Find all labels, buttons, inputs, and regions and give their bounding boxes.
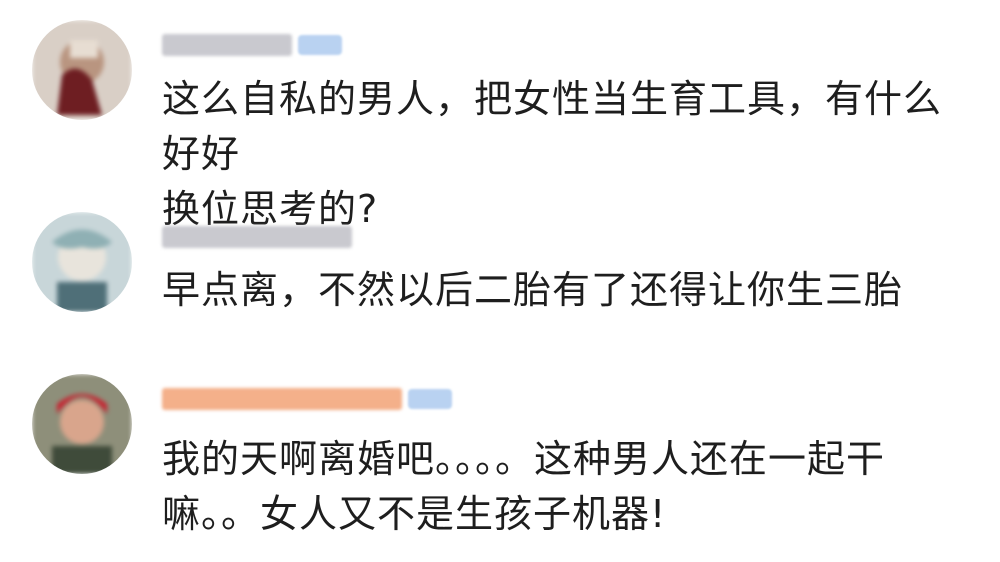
comment-text-line: 早点离，不然以后二胎有了还得让你生三胎 [162, 268, 904, 312]
username-row [162, 30, 342, 60]
avatar-icon[interactable] [32, 20, 132, 120]
avatar-icon[interactable] [32, 212, 132, 312]
comment-text: 我的天啊离婚吧。。。。这种男人还在一起干 嘛。。女人又不是生孩子机器! [162, 432, 960, 542]
comment-item-1: 这么自私的男人，把女性当生育工具，有什么好好 换位思考的? [0, 0, 1000, 231]
username-blurred[interactable] [162, 226, 352, 248]
avatar-icon[interactable] [32, 374, 132, 474]
username-blurred[interactable] [162, 388, 402, 410]
comment-text-line: 这么自私的男人，把女性当生育工具，有什么好好 [162, 77, 943, 176]
comment-text-line: 我的天啊离婚吧。。。。这种男人还在一起干 [162, 437, 886, 481]
comment-text-line: 嘛。。女人又不是生孩子机器! [162, 492, 667, 536]
username-row [162, 222, 352, 252]
comment-item-3: 我的天啊离婚吧。。。。这种男人还在一起干 嘛。。女人又不是生孩子机器! [0, 360, 1000, 562]
user-badge-icon [408, 389, 452, 409]
comment-text: 早点离，不然以后二胎有了还得让你生三胎 [162, 263, 960, 318]
username-blurred[interactable] [162, 34, 292, 56]
comment-item-2: 早点离，不然以后二胎有了还得让你生三胎 [0, 190, 1000, 360]
user-badge-icon [298, 35, 342, 55]
username-row [162, 384, 452, 414]
